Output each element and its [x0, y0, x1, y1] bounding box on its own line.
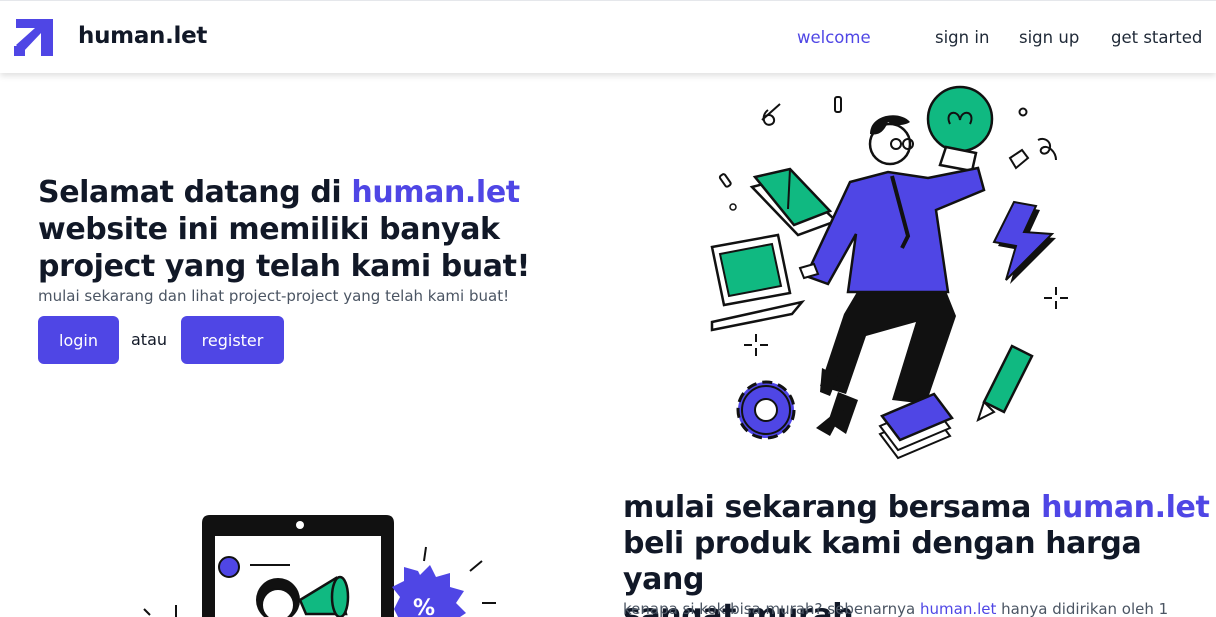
- percent-badge-icon: %: [392, 565, 466, 617]
- pencil-icon: [976, 344, 1034, 422]
- section2-sub-part2: hanya didirikan oleh 1: [996, 600, 1169, 617]
- promo-illustration: %: [143, 515, 496, 617]
- gear-icon: [736, 380, 796, 440]
- nav-link-sign-in[interactable]: sign in: [935, 28, 989, 47]
- brand-name[interactable]: human.let: [78, 23, 207, 49]
- register-button[interactable]: register: [181, 316, 284, 364]
- hero-illustration: [710, 85, 1068, 460]
- login-button[interactable]: login: [38, 316, 119, 364]
- svg-text:%: %: [413, 596, 435, 617]
- section2-sub-part1: kenapa si kok bisa murah? sebenarnya: [623, 600, 921, 617]
- nav-link-get-started[interactable]: get started: [1111, 28, 1202, 47]
- lightbulb-icon: [926, 85, 994, 173]
- nav-link-sign-up[interactable]: sign up: [1019, 28, 1079, 47]
- hero-subtitle: mulai sekarang dan lihat project-project…: [38, 287, 510, 305]
- book-icon: [749, 167, 839, 237]
- laptop-icon: [710, 233, 806, 332]
- lightning-icon: [992, 200, 1056, 284]
- notebook-icon: [878, 392, 954, 460]
- hero-title-line3: project yang telah kami buat!: [38, 249, 530, 284]
- section2-title: mulai sekarang bersama human.let beli pr…: [623, 490, 1213, 617]
- section2-sub-accent: human.let: [920, 600, 997, 617]
- section2-title-part1: mulai sekarang bersama: [623, 490, 1042, 525]
- nav-link-welcome[interactable]: welcome: [797, 28, 871, 47]
- hero-title: Selamat datang di human.let website ini …: [38, 174, 598, 285]
- hero-title-part1: Selamat datang di: [38, 175, 352, 210]
- logo-arrow-icon[interactable]: [14, 19, 53, 56]
- hero-title-accent: human.let: [351, 175, 520, 210]
- section2-title-accent: human.let: [1041, 490, 1210, 525]
- top-navbar: human.let welcome sign in sign up get st…: [0, 0, 1216, 73]
- section2-title-line2: beli produk kami dengan harga yang: [623, 526, 1142, 597]
- section2-subtitle: kenapa si kok bisa murah? sebenarnya hum…: [623, 600, 1168, 617]
- or-label: atau: [131, 330, 168, 349]
- hero-title-line2: website ini memiliki banyak: [38, 212, 500, 247]
